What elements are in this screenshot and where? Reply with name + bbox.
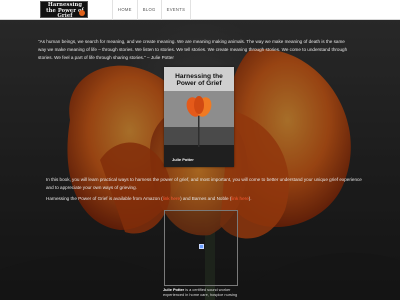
nav-item-home[interactable]: HOME [113,0,137,20]
site-header: Harnessing the Power of Grief HOME BLOG … [0,0,400,20]
main-content: "As human beings, we search for meaning,… [38,38,354,62]
barnes-noble-link[interactable]: link here [231,196,248,201]
nav-item-blog[interactable]: BLOG [138,0,161,20]
availability-paragraph: Harnessing the Power of Grief is availab… [46,195,362,203]
author-photo-placeholder [164,210,238,286]
logo-flower-icon [79,10,85,16]
site-logo[interactable]: Harnessing the Power of Grief [40,1,88,18]
book-description: In this book, you will learn practical w… [46,177,362,190]
author-bio: Julie Potter is a certified sound worker… [163,287,243,297]
quote-paragraph: "As human beings, we search for meaning,… [38,39,348,60]
availability-suffix: ). [248,196,252,201]
broken-image-icon [199,244,204,249]
book-author: Julie Potter [172,157,194,162]
availability-middle: ) and Barnes and Noble ( [180,196,232,201]
nav-divider [190,0,192,20]
amazon-link[interactable]: link here [163,196,180,201]
availability-prefix: Harnessing the Power of Grief is availab… [46,196,163,201]
book-cover-image[interactable]: Harnessing the Power of Grief Julie Pott… [164,67,234,167]
book-title: Harnessing the Power of Grief [175,73,223,88]
main-nav: HOME BLOG EVENTS [112,0,192,20]
nav-item-events[interactable]: EVENTS [162,0,191,20]
